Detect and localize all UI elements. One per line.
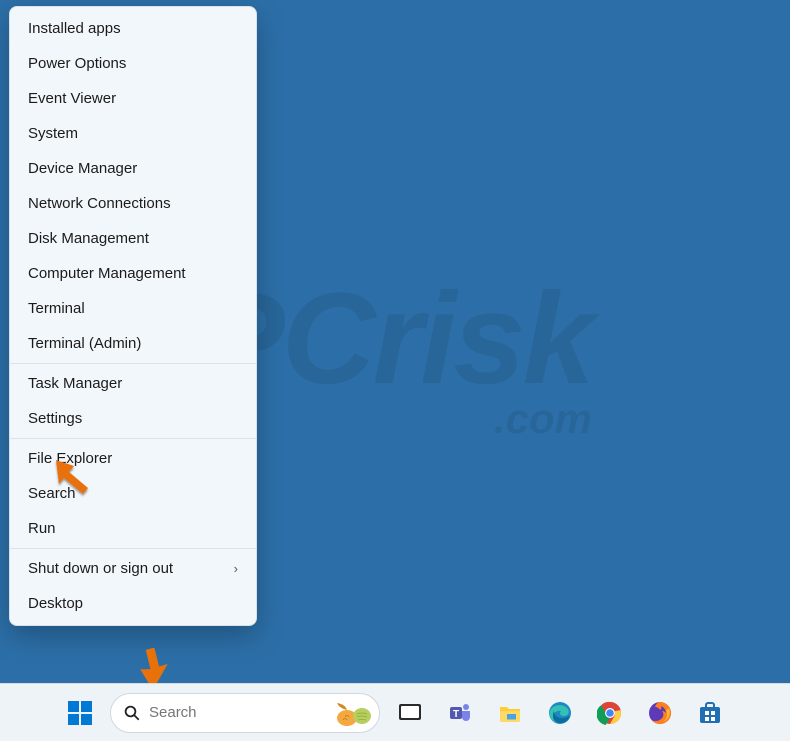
menu-item-desktop[interactable]: Desktop bbox=[10, 586, 256, 621]
menu-item-label: Settings bbox=[28, 410, 82, 427]
chevron-right-icon: › bbox=[234, 561, 238, 576]
start-button[interactable] bbox=[60, 693, 100, 733]
menu-item-device-manager[interactable]: Device Manager bbox=[10, 151, 256, 186]
menu-item-label: Terminal bbox=[28, 300, 85, 317]
menu-item-network-connections[interactable]: Network Connections bbox=[10, 186, 256, 221]
taskbar-firefox[interactable] bbox=[640, 693, 680, 733]
menu-item-label: Run bbox=[28, 520, 56, 537]
edge-icon bbox=[547, 700, 573, 726]
menu-item-shut-down-or-sign-out[interactable]: Shut down or sign out › bbox=[10, 551, 256, 586]
menu-item-computer-management[interactable]: Computer Management bbox=[10, 256, 256, 291]
menu-item-run[interactable]: Run bbox=[10, 511, 256, 546]
menu-item-file-explorer[interactable]: File Explorer bbox=[10, 441, 256, 476]
menu-separator bbox=[10, 548, 256, 549]
search-icon bbox=[123, 704, 141, 722]
task-view-icon bbox=[397, 700, 423, 726]
menu-item-label: Network Connections bbox=[28, 195, 171, 212]
menu-item-disk-management[interactable]: Disk Management bbox=[10, 221, 256, 256]
menu-item-search[interactable]: Search bbox=[10, 476, 256, 511]
menu-item-label: Terminal (Admin) bbox=[28, 335, 141, 352]
menu-item-label: Disk Management bbox=[28, 230, 149, 247]
menu-item-system[interactable]: System bbox=[10, 116, 256, 151]
search-decoration-icon bbox=[333, 700, 373, 728]
taskbar-teams[interactable]: T bbox=[440, 693, 480, 733]
watermark: PCrisk.com bbox=[198, 263, 592, 443]
taskbar-microsoft-store[interactable] bbox=[690, 693, 730, 733]
svg-text:T: T bbox=[453, 709, 459, 720]
menu-item-label: Device Manager bbox=[28, 160, 137, 177]
taskbar-file-explorer[interactable] bbox=[490, 693, 530, 733]
menu-item-label: Event Viewer bbox=[28, 90, 116, 107]
menu-item-label: Power Options bbox=[28, 55, 126, 72]
menu-separator bbox=[10, 438, 256, 439]
start-context-menu: Installed apps Power Options Event Viewer S… bbox=[9, 6, 257, 626]
taskbar: T bbox=[0, 683, 790, 741]
taskbar-chrome[interactable] bbox=[590, 693, 630, 733]
menu-separator bbox=[10, 363, 256, 364]
windows-logo-icon bbox=[68, 701, 92, 725]
file-explorer-icon bbox=[497, 700, 523, 726]
menu-item-terminal[interactable]: Terminal bbox=[10, 291, 256, 326]
menu-item-label: System bbox=[28, 125, 78, 142]
menu-item-task-manager[interactable]: Task Manager bbox=[10, 366, 256, 401]
menu-item-label: Task Manager bbox=[28, 375, 122, 392]
taskbar-search[interactable] bbox=[110, 693, 380, 733]
menu-item-label: Computer Management bbox=[28, 265, 186, 282]
firefox-icon bbox=[647, 700, 673, 726]
menu-item-terminal-admin[interactable]: Terminal (Admin) bbox=[10, 326, 256, 361]
menu-item-settings[interactable]: Settings bbox=[10, 401, 256, 436]
menu-item-power-options[interactable]: Power Options bbox=[10, 46, 256, 81]
menu-item-label: Installed apps bbox=[28, 20, 121, 37]
taskbar-edge[interactable] bbox=[540, 693, 580, 733]
menu-item-label: Shut down or sign out bbox=[28, 560, 173, 577]
menu-item-event-viewer[interactable]: Event Viewer bbox=[10, 81, 256, 116]
teams-icon: T bbox=[447, 700, 473, 726]
menu-item-label: Search bbox=[28, 485, 76, 502]
menu-item-label: Desktop bbox=[28, 595, 83, 612]
menu-item-installed-apps[interactable]: Installed apps bbox=[10, 11, 256, 46]
chrome-icon bbox=[597, 700, 623, 726]
microsoft-store-icon bbox=[697, 700, 723, 726]
menu-item-label: File Explorer bbox=[28, 450, 112, 467]
taskbar-task-view[interactable] bbox=[390, 693, 430, 733]
